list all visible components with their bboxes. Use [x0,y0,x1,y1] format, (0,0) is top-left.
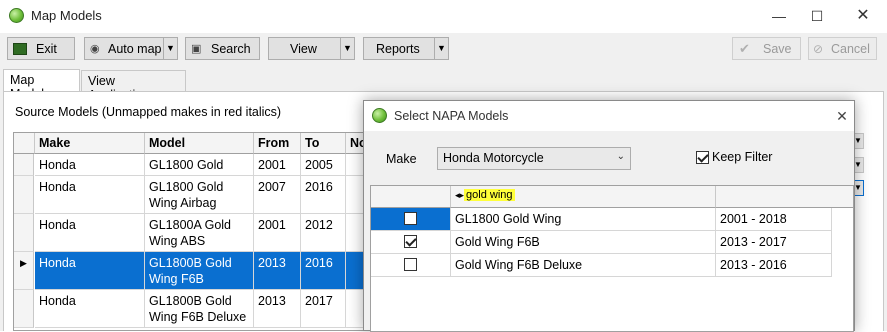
exit-label: Exit [36,41,57,56]
select-checkbox-cell[interactable] [371,231,451,254]
auto-map-button[interactable]: ◉ Auto map ▼ [84,37,178,60]
view-button[interactable]: View ▼ [268,37,355,60]
cell-to[interactable]: 2016 [301,176,346,214]
cell-from[interactable]: 2013 [254,252,301,290]
tab-view-applications[interactable]: View Applications [81,70,186,102]
save-button[interactable]: ✔ Save [732,37,801,60]
napa-model-years[interactable]: 2013 - 2016 [716,254,832,277]
dialog-title-bar: Select NAPA Models ✕ [364,101,854,131]
search-button[interactable]: ▣ Search [185,37,260,60]
select-checkbox-cell[interactable] [371,254,451,277]
make-dropdown[interactable]: Honda Motorcycle ⌄ [437,147,631,170]
dialog-title: Select NAPA Models [394,109,509,123]
row-indicator [14,154,34,176]
keep-filter-checkbox[interactable]: Keep Filter [696,150,772,164]
napa-model-years[interactable]: 2001 - 2018 [716,208,832,231]
checkbox-column-header [371,186,451,208]
cell-to[interactable]: 2017 [301,290,346,328]
tab-strip: Map Models View Applications [3,69,884,102]
minimize-icon[interactable]: — [767,6,791,26]
checkbox-icon[interactable] [404,258,417,271]
reports-button[interactable]: Reports ▼ [363,37,449,60]
cell-from[interactable]: 2001 [254,214,301,252]
make-dropdown-value: Honda Motorcycle [443,151,544,165]
checkbox-checked-icon[interactable] [404,235,417,248]
search-label: Search [211,41,251,56]
chevron-down-icon[interactable]: ▼ [163,38,177,59]
cancel-button[interactable]: ⊘ Cancel [808,37,877,60]
cell-model[interactable]: GL1800B Gold Wing F6B [145,252,254,290]
source-models-grid[interactable]: Make Model From To No Honda GL1800 Gold … [13,132,373,331]
tab-map-models[interactable]: Map Models [3,69,80,101]
napa-model-years[interactable]: 2013 - 2017 [716,231,832,254]
select-checkbox-cell[interactable] [371,208,451,231]
close-icon[interactable]: ✕ [851,6,875,26]
cell-from[interactable]: 2013 [254,290,301,328]
filter-text[interactable]: gold wing [464,189,515,201]
cell-make[interactable]: Honda [35,290,145,328]
checkmark-icon: ✔ [739,40,750,56]
cell-from[interactable]: 2001 [254,154,301,176]
window-title: Map Models [31,8,102,23]
title-bar: Map Models — ☐ ✕ [0,0,887,33]
cell-model[interactable]: GL1800 Gold Wing [145,154,254,176]
keep-filter-label: Keep Filter [712,150,773,164]
current-row-arrow-icon: ▶ [14,252,34,290]
row-indicator [14,290,34,328]
chevron-down-icon: ⌄ [616,151,625,162]
cancel-icon: ⊘ [813,41,824,56]
dialog-app-icon [372,108,387,123]
view-label: View [290,41,317,56]
column-header-model[interactable]: Model [145,133,254,154]
save-label: Save [763,41,792,56]
cell-make[interactable]: Honda [35,176,145,214]
years-column-header [716,186,853,208]
make-label: Make [386,152,417,166]
auto-map-icon: ◉ [90,43,100,55]
cell-to[interactable]: 2012 [301,214,346,252]
reports-label: Reports [376,41,420,56]
auto-map-label: Auto map [108,41,162,56]
maximize-icon[interactable]: ☐ [805,6,829,26]
checkbox-icon[interactable] [404,212,417,225]
column-header-make[interactable]: Make [35,133,145,154]
napa-models-grid[interactable]: ◂▸ gold wing GL1800 Gold Wing 2001 - 2018… [370,185,854,332]
napa-model-name[interactable]: Gold Wing F6B [451,231,716,254]
row-indicator [14,214,34,252]
cancel-label: Cancel [831,41,870,56]
chevron-down-icon[interactable]: ▼ [434,38,448,59]
app-icon [9,8,24,23]
select-napa-models-dialog: Select NAPA Models ✕ Make Honda Motorcyc… [363,100,855,332]
exit-icon [13,42,27,55]
cell-from[interactable]: 2007 [254,176,301,214]
cell-to[interactable]: 2005 [301,154,346,176]
exit-button[interactable]: Exit [7,37,75,60]
cell-make[interactable]: Honda [35,154,145,176]
napa-model-name[interactable]: GL1800 Gold Wing [451,208,716,231]
filter-icon: ◂▸ [455,190,465,200]
napa-model-name[interactable]: Gold Wing F6B Deluxe [451,254,716,277]
row-indicator-header [14,133,35,154]
cell-model[interactable]: GL1800A Gold Wing ABS [145,214,254,252]
column-header-from[interactable]: From [254,133,301,154]
column-header-to[interactable]: To [301,133,346,154]
filter-row-cell[interactable]: ◂▸ gold wing [451,186,716,208]
cell-make[interactable]: Honda [35,214,145,252]
row-indicator [14,176,34,214]
checkbox-checked-icon[interactable] [696,150,709,164]
cell-make[interactable]: Honda [35,252,145,290]
cell-to[interactable]: 2016 [301,252,346,290]
chevron-down-icon[interactable]: ▼ [340,38,354,59]
cell-model[interactable]: GL1800B Gold Wing F6B Deluxe [145,290,254,328]
close-icon[interactable]: ✕ [832,106,852,126]
source-models-label: Source Models (Unmapped makes in red ita… [15,105,282,119]
search-icon: ▣ [191,43,202,55]
cell-model[interactable]: GL1800 Gold Wing Airbag [145,176,254,214]
